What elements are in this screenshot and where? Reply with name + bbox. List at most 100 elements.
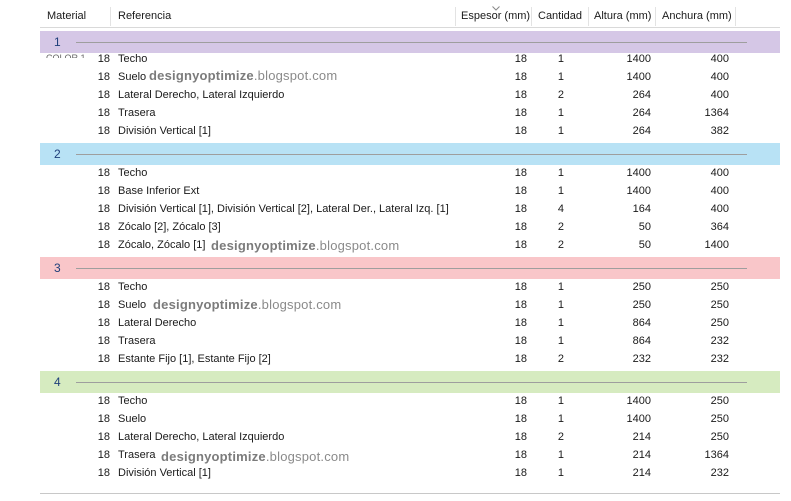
cell-material: 18 xyxy=(97,335,110,347)
cell-referencia: Base Inferior Ext xyxy=(118,185,200,197)
cell-anchura: 1364 xyxy=(704,449,729,461)
column-header-material[interactable]: Material xyxy=(47,5,86,27)
group-header-3[interactable]: 3 xyxy=(40,257,780,279)
table-row[interactable]: 18 Lateral Derecho, Lateral Izquierdo 18 2 2… xyxy=(40,428,780,446)
cell-referencia: División Vertical [1], División Vertical… xyxy=(118,203,449,215)
watermark-bold: designyoptimize xyxy=(211,238,316,253)
cell-material: 18 xyxy=(97,167,110,179)
cell-espesor: 18 xyxy=(514,71,527,83)
cell-espesor: 18 xyxy=(514,281,527,293)
table-row[interactable]: 18 División Vertical [1], División Vertic… xyxy=(40,200,780,218)
cell-referencia: Zócalo, Zócalo [1] xyxy=(118,239,206,251)
watermark-bold: designyoptimize xyxy=(153,297,258,312)
cell-referencia: Lateral Derecho, Lateral Izquierdo xyxy=(118,89,285,101)
cell-altura: 1400 xyxy=(626,167,651,179)
cell-espesor: 18 xyxy=(514,221,527,233)
cell-material: 18 xyxy=(97,431,110,443)
table-row[interactable]: 18 Trasera 18 1 864 232 xyxy=(40,332,780,350)
cell-espesor: 18 xyxy=(514,53,527,65)
table-row[interactable]: 18 Techo 18 1 1400 400 xyxy=(40,164,780,182)
table-row[interactable]: 18 Base Inferior Ext 18 1 1400 400 xyxy=(40,182,780,200)
cell-cantidad: 1 xyxy=(557,125,564,137)
table-row[interactable]: 18 Techo 18 1 250 250 xyxy=(40,278,780,296)
table-row[interactable]: 18 Trasera 18 1 264 1364 xyxy=(40,104,780,122)
column-separator[interactable] xyxy=(531,7,532,26)
cell-referencia: Lateral Derecho xyxy=(118,317,197,329)
cell-referencia: Trasera xyxy=(118,449,156,461)
table-row[interactable]: 18 División Vertical [1] 18 1 214 232 xyxy=(40,464,780,482)
cell-anchura: 232 xyxy=(710,467,729,479)
cell-material: 18 xyxy=(97,185,110,197)
cell-anchura: 400 xyxy=(710,53,729,65)
column-header-altura[interactable]: Altura (mm) xyxy=(594,5,651,27)
column-separator[interactable] xyxy=(455,7,456,26)
cell-referencia: División Vertical [1] xyxy=(118,467,211,479)
cell-espesor: 18 xyxy=(514,353,527,365)
table-row[interactable]: 18 División Vertical [1] 18 1 264 382 xyxy=(40,122,780,140)
cell-altura: 214 xyxy=(632,467,651,479)
cell-cantidad: 1 xyxy=(557,71,564,83)
table-row[interactable]: 18 Zócalo, Zócalo [1] 18 2 50 1400 xyxy=(40,236,780,254)
watermark: designyoptimize.blogspot.com xyxy=(161,449,349,464)
column-header-referencia[interactable]: Referencia xyxy=(118,5,171,27)
table-row[interactable]: 18 Trasera 18 1 214 1364 xyxy=(40,446,780,464)
table-row[interactable]: 18 Suelo 18 1 1400 250 xyxy=(40,410,780,428)
cell-espesor: 18 xyxy=(514,239,527,251)
column-header-espesor[interactable]: Espesor (mm) xyxy=(461,5,530,27)
group-label: 4 xyxy=(54,375,61,389)
column-separator[interactable] xyxy=(735,7,736,26)
cell-espesor: 18 xyxy=(514,89,527,101)
column-separator[interactable] xyxy=(588,7,589,26)
cell-altura: 264 xyxy=(632,107,651,119)
cell-cantidad: 1 xyxy=(557,467,564,479)
cell-referencia: Techo xyxy=(118,167,148,179)
cell-espesor: 18 xyxy=(514,395,527,407)
cell-anchura: 400 xyxy=(710,167,729,179)
table-row[interactable]: 18 Techo 18 1 1400 400 xyxy=(40,50,780,68)
cell-material: 18 xyxy=(97,203,110,215)
cell-referencia: Suelo xyxy=(118,299,147,311)
cell-referencia: Suelo xyxy=(118,413,147,425)
cell-referencia: Suelo xyxy=(118,71,147,83)
column-header-anchura[interactable]: Anchura (mm) xyxy=(662,5,732,27)
cell-anchura: 382 xyxy=(710,125,729,137)
table-row[interactable]: 18 Lateral Derecho, Lateral Izquierdo 18 2 2… xyxy=(40,86,780,104)
cell-material: 18 xyxy=(97,107,110,119)
group-header-4[interactable]: 4 xyxy=(40,371,780,393)
table-row[interactable]: 18 Estante Fijo [1], Estante Fijo [2] 18 2 2… xyxy=(40,350,780,368)
cell-altura: 1400 xyxy=(626,413,651,425)
cell-espesor: 18 xyxy=(514,431,527,443)
cell-altura: 232 xyxy=(632,353,651,365)
group-header-2[interactable]: 2 xyxy=(40,143,780,165)
table-row[interactable]: 18 Techo 18 1 1400 250 xyxy=(40,392,780,410)
cell-altura: 864 xyxy=(632,317,651,329)
cell-referencia: Zócalo [2], Zócalo [3] xyxy=(118,221,221,233)
group-divider xyxy=(76,382,747,383)
column-separator[interactable] xyxy=(110,7,111,26)
cell-espesor: 18 xyxy=(514,125,527,137)
table-row[interactable]: 18 Zócalo [2], Zócalo [3] 18 2 50 364 xyxy=(40,218,780,236)
cell-cantidad: 1 xyxy=(557,53,564,65)
watermark: designyoptimize.blogspot.com xyxy=(149,68,337,83)
table-row[interactable]: 18 Lateral Derecho 18 1 864 250 xyxy=(40,314,780,332)
cell-anchura: 250 xyxy=(710,317,729,329)
cell-anchura: 400 xyxy=(710,89,729,101)
cell-anchura: 250 xyxy=(710,299,729,311)
table-row[interactable]: 18 Suelo 18 1 250 250 xyxy=(40,296,780,314)
cell-referencia: Techo xyxy=(118,395,148,407)
cell-cantidad: 1 xyxy=(557,413,564,425)
cell-anchura: 232 xyxy=(710,353,729,365)
cell-espesor: 18 xyxy=(514,413,527,425)
cell-referencia: Lateral Derecho, Lateral Izquierdo xyxy=(118,431,285,443)
column-header-cantidad[interactable]: Cantidad xyxy=(538,5,582,27)
cell-altura: 164 xyxy=(632,203,651,215)
cell-espesor: 18 xyxy=(514,467,527,479)
cell-material: 18 xyxy=(97,467,110,479)
table-header: Material Referencia Espesor (mm) Cantida… xyxy=(40,5,780,28)
column-separator[interactable] xyxy=(655,7,656,26)
cell-referencia: Trasera xyxy=(118,107,156,119)
cell-material: 18 xyxy=(97,449,110,461)
cell-material: 18 xyxy=(97,71,110,83)
group-label: 3 xyxy=(54,261,61,275)
cell-anchura: 1364 xyxy=(704,107,729,119)
